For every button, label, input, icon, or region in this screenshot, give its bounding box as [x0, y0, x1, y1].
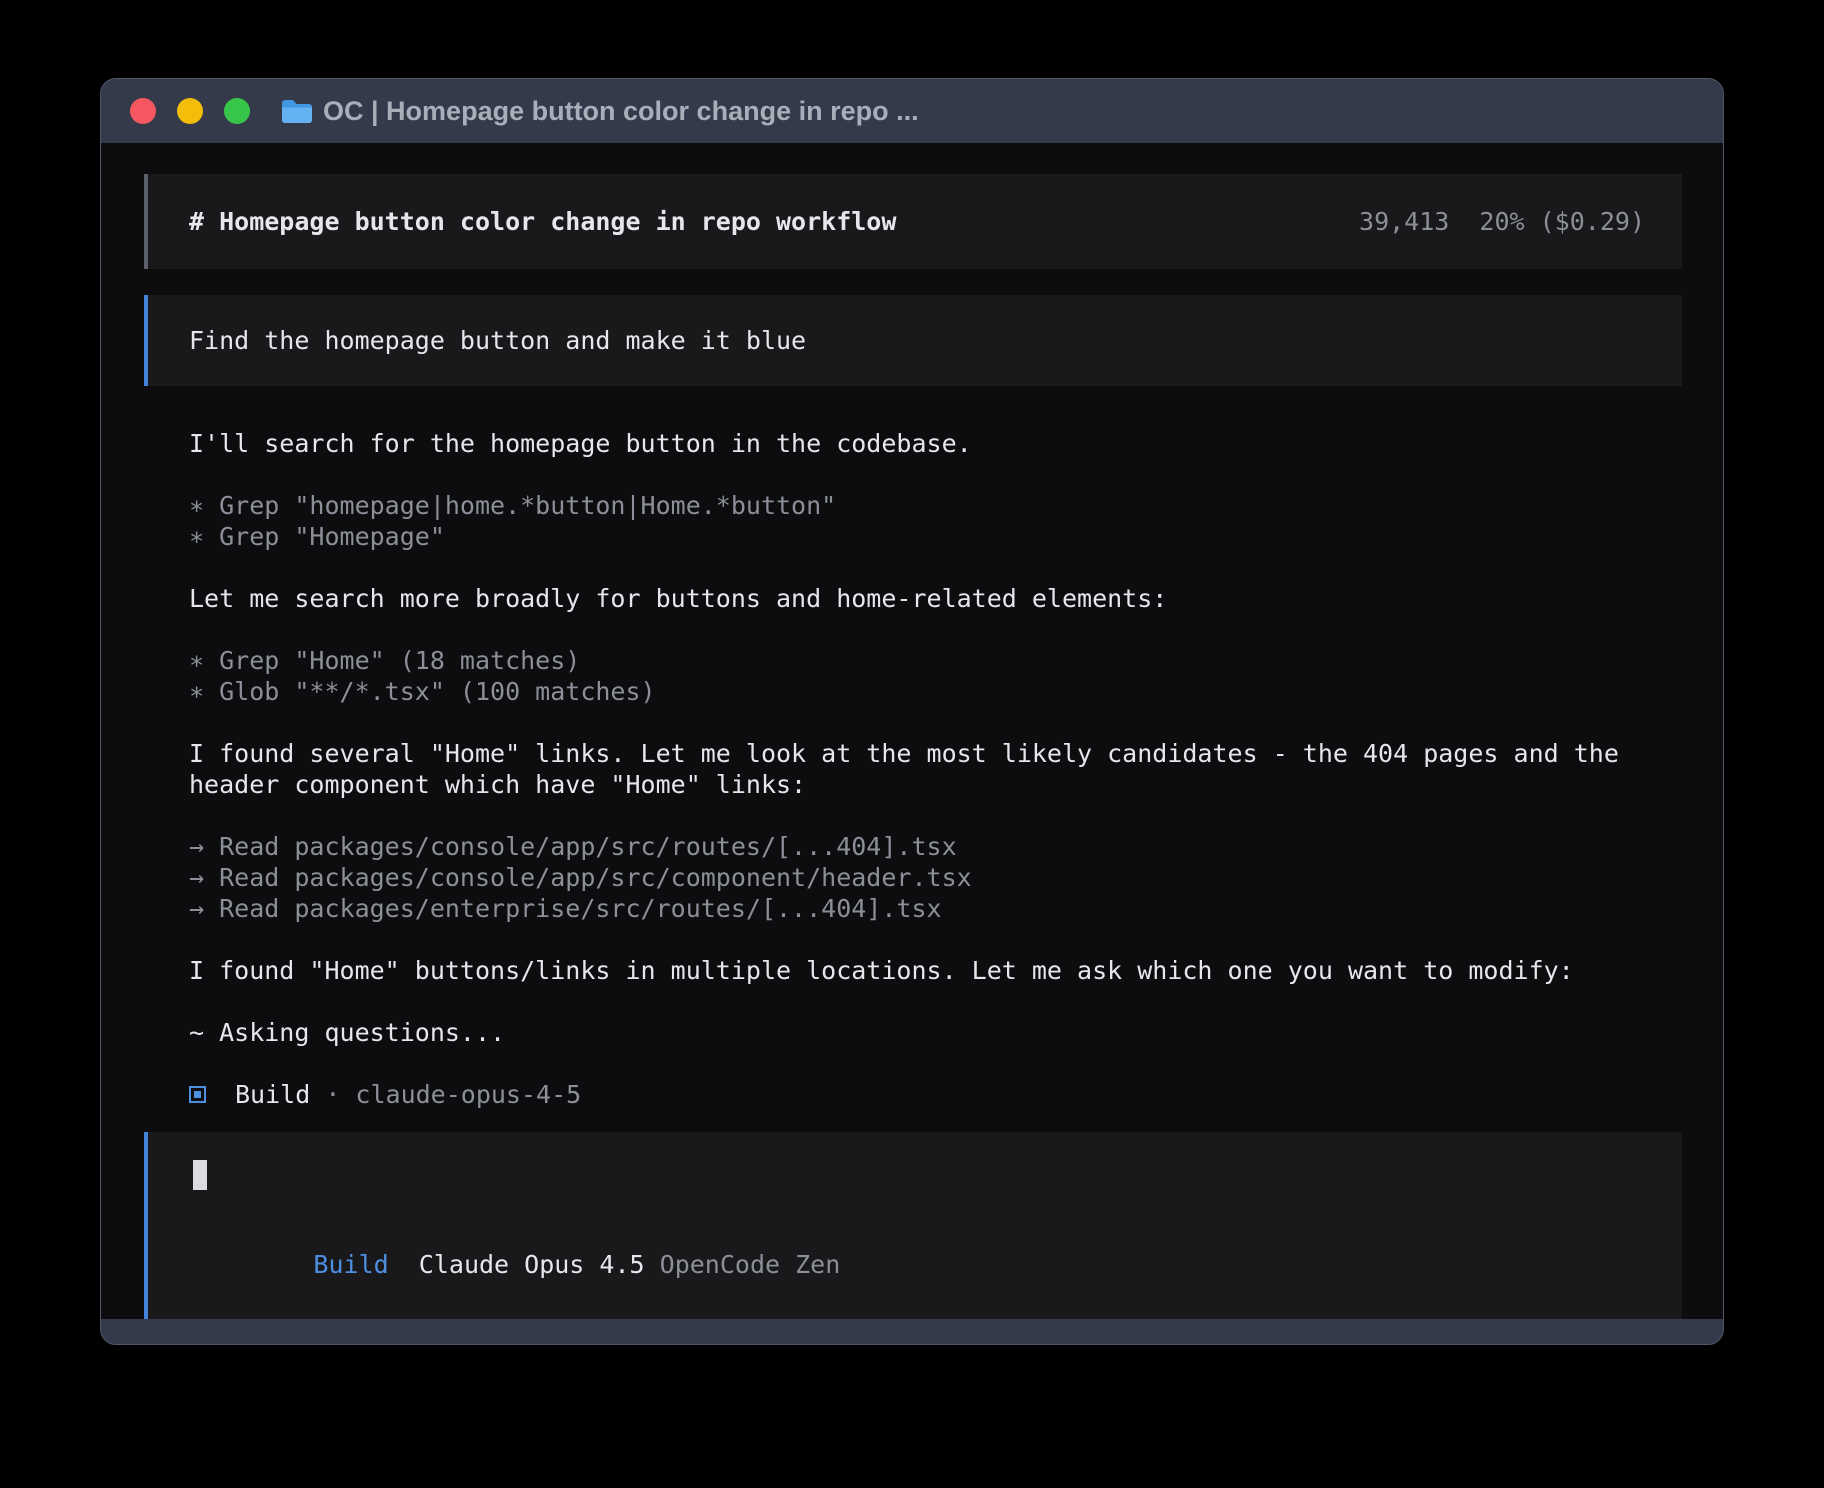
input-model-label: Claude Opus 4.5 [419, 1250, 645, 1279]
message-line [189, 800, 1682, 831]
input-provider-label: OpenCode Zen [660, 1250, 841, 1279]
input-agent-label: Build [313, 1250, 388, 1279]
zoom-button[interactable] [224, 98, 250, 124]
message-line: I found "Home" buttons/links in multiple… [189, 955, 1682, 986]
terminal-content: # Homepage button color change in repo w… [101, 143, 1723, 1319]
message-line [189, 552, 1682, 583]
spacer [389, 1250, 419, 1279]
message-line: Let me search more broadly for buttons a… [189, 583, 1682, 614]
titlebar: OC | Homepage button color change in rep… [101, 79, 1723, 143]
spacer [645, 1250, 660, 1279]
session-title: # Homepage button color change in repo w… [189, 206, 896, 237]
message-line [189, 924, 1682, 955]
message-line: header component which have "Home" links… [189, 769, 1682, 800]
cursor-block [193, 1160, 207, 1190]
message-line [189, 459, 1682, 490]
close-button[interactable] [130, 98, 156, 124]
traffic-lights [130, 98, 250, 124]
agent-status-icon [189, 1086, 206, 1103]
message-line: ∗ Glob "**/*.tsx" (100 matches) [189, 676, 1682, 707]
message-line: I'll search for the homepage button in t… [189, 428, 1682, 459]
session-header: # Homepage button color change in repo w… [144, 174, 1682, 269]
prompt-input[interactable]: Build Claude Opus 4.5 OpenCode Zen [144, 1132, 1682, 1319]
terminal-window: OC | Homepage button color change in rep… [100, 78, 1724, 1345]
model-selector-row[interactable]: Build Claude Opus 4.5 OpenCode Zen [193, 1218, 1645, 1311]
message-line: ∗ Grep "Home" (18 matches) [189, 645, 1682, 676]
folder-icon [281, 99, 313, 124]
message-line: ~ Asking questions... [189, 1017, 1682, 1048]
message-line: → Read packages/enterprise/src/routes/[.… [189, 893, 1682, 924]
message-line: → Read packages/console/app/src/routes/[… [189, 831, 1682, 862]
minimize-button[interactable] [177, 98, 203, 124]
agent-name: Build [235, 1079, 310, 1110]
agent-status-row: Build · claude-opus-4-5 [189, 1079, 1682, 1110]
message-line: I found several "Home" links. Let me loo… [189, 738, 1682, 769]
window-bottom-chrome [101, 1319, 1723, 1344]
conversation: I'll search for the homepage button in t… [189, 428, 1682, 1048]
window-title: OC | Homepage button color change in rep… [323, 96, 919, 127]
message-line [189, 614, 1682, 645]
message-line: ∗ Grep "homepage|home.*button|Home.*butt… [189, 490, 1682, 521]
user-message: Find the homepage button and make it blu… [144, 295, 1682, 386]
message-line: → Read packages/console/app/src/componen… [189, 862, 1682, 893]
agent-model: claude-opus-4-5 [355, 1079, 581, 1110]
session-stats: 39,413 20% ($0.29) [1359, 206, 1645, 237]
message-line [189, 707, 1682, 738]
agent-separator: · [310, 1079, 355, 1110]
message-line [189, 986, 1682, 1017]
message-line: ∗ Grep "Homepage" [189, 521, 1682, 552]
